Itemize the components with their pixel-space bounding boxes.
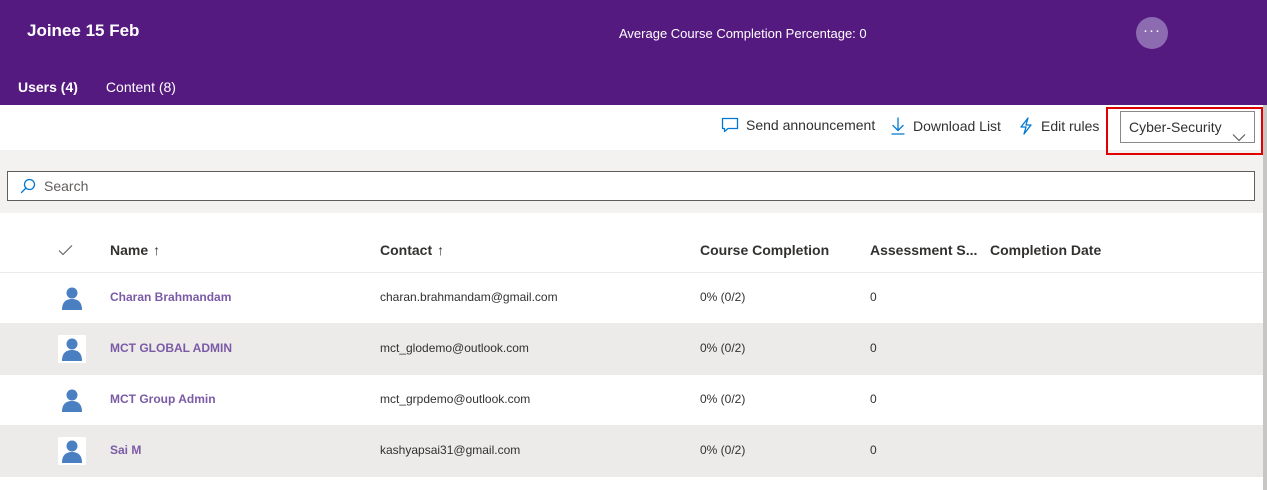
column-header-course-completion[interactable]: Course Completion bbox=[700, 242, 829, 258]
course-completion-value: 0% (0/2) bbox=[700, 392, 746, 406]
table-row[interactable]: Charan Brahmandam charan.brahmandam@gmai… bbox=[0, 273, 1263, 324]
user-contact: mct_grpdemo@outlook.com bbox=[380, 392, 531, 406]
person-icon bbox=[58, 386, 86, 414]
send-announcement-button[interactable]: Send announcement bbox=[721, 117, 875, 133]
chat-bubble-icon bbox=[721, 117, 739, 133]
download-list-button[interactable]: Download List bbox=[890, 117, 1001, 135]
sort-up-icon: ↑ bbox=[153, 242, 161, 258]
person-icon bbox=[58, 284, 86, 312]
assessment-score-value: 0 bbox=[870, 290, 877, 304]
edit-rules-label: Edit rules bbox=[1041, 118, 1100, 134]
course-completion-value: 0% (0/2) bbox=[700, 443, 746, 457]
tab-users[interactable]: Users (4) bbox=[18, 79, 78, 95]
sort-up-icon: ↑ bbox=[437, 242, 445, 258]
checkmark-icon[interactable] bbox=[58, 243, 73, 261]
user-name-link[interactable]: MCT GLOBAL ADMIN bbox=[110, 341, 232, 355]
user-contact: charan.brahmandam@gmail.com bbox=[380, 290, 558, 304]
tab-content[interactable]: Content (8) bbox=[106, 79, 176, 95]
course-completion-value: 0% (0/2) bbox=[700, 341, 746, 355]
column-name-label: Name bbox=[110, 242, 149, 258]
column-header-completion-date[interactable]: Completion Date bbox=[990, 242, 1101, 258]
dropdown-selected-value: Cyber-Security bbox=[1129, 119, 1222, 135]
users-table: Name ↑ Contact ↑ Course Completion Assessm… bbox=[0, 213, 1263, 490]
column-contact-label: Contact bbox=[380, 242, 433, 258]
header-bar: Joinee 15 Feb Average Course Completion … bbox=[0, 0, 1267, 105]
toolbar: Send announcement Download List Edit rul… bbox=[0, 105, 1267, 150]
person-icon bbox=[58, 335, 86, 363]
column-header-assessment[interactable]: Assessment S... bbox=[870, 242, 977, 258]
assessment-score-value: 0 bbox=[870, 341, 877, 355]
search-icon bbox=[20, 178, 36, 199]
table-row[interactable]: MCT GLOBAL ADMIN mct_glodemo@outlook.com… bbox=[0, 324, 1263, 375]
group-dropdown[interactable]: Cyber-Security bbox=[1120, 111, 1255, 143]
more-options-button[interactable]: ··· bbox=[1136, 17, 1168, 49]
edit-rules-button[interactable]: Edit rules bbox=[1018, 117, 1099, 135]
assessment-score-value: 0 bbox=[870, 392, 877, 406]
lightning-bolt-icon bbox=[1018, 117, 1034, 135]
search-input[interactable] bbox=[44, 172, 1244, 200]
table-header: Name ↑ Contact ↑ Course Completion Assessm… bbox=[0, 213, 1263, 273]
download-arrow-icon bbox=[890, 117, 906, 135]
course-completion-value: 0% (0/2) bbox=[700, 290, 746, 304]
page-title: Joinee 15 Feb bbox=[27, 21, 140, 40]
ellipsis-icon: ··· bbox=[1143, 22, 1161, 39]
tab-bar: Users (4) Content (8) bbox=[18, 79, 176, 95]
column-header-contact[interactable]: Contact ↑ bbox=[380, 242, 444, 258]
send-announcement-label: Send announcement bbox=[746, 117, 876, 133]
person-icon bbox=[58, 437, 86, 465]
table-row[interactable]: Sai M kashyapsai31@gmail.com 0% (0/2) 0 bbox=[0, 426, 1263, 477]
assessment-score-value: 0 bbox=[870, 443, 877, 457]
table-row[interactable]: MCT Group Admin mct_grpdemo@outlook.com … bbox=[0, 375, 1263, 426]
user-contact: mct_glodemo@outlook.com bbox=[380, 341, 529, 355]
chevron-down-icon bbox=[1232, 122, 1246, 152]
vertical-scrollbar[interactable] bbox=[1263, 105, 1267, 490]
average-completion-text: Average Course Completion Percentage: 0 bbox=[619, 26, 867, 41]
user-name-link[interactable]: Charan Brahmandam bbox=[110, 290, 231, 304]
user-name-link[interactable]: Sai M bbox=[110, 443, 141, 457]
download-list-label: Download List bbox=[913, 118, 1001, 134]
user-name-link[interactable]: MCT Group Admin bbox=[110, 392, 216, 406]
search-box[interactable] bbox=[7, 171, 1255, 201]
user-contact: kashyapsai31@gmail.com bbox=[380, 443, 521, 457]
column-header-name[interactable]: Name ↑ bbox=[110, 242, 160, 258]
